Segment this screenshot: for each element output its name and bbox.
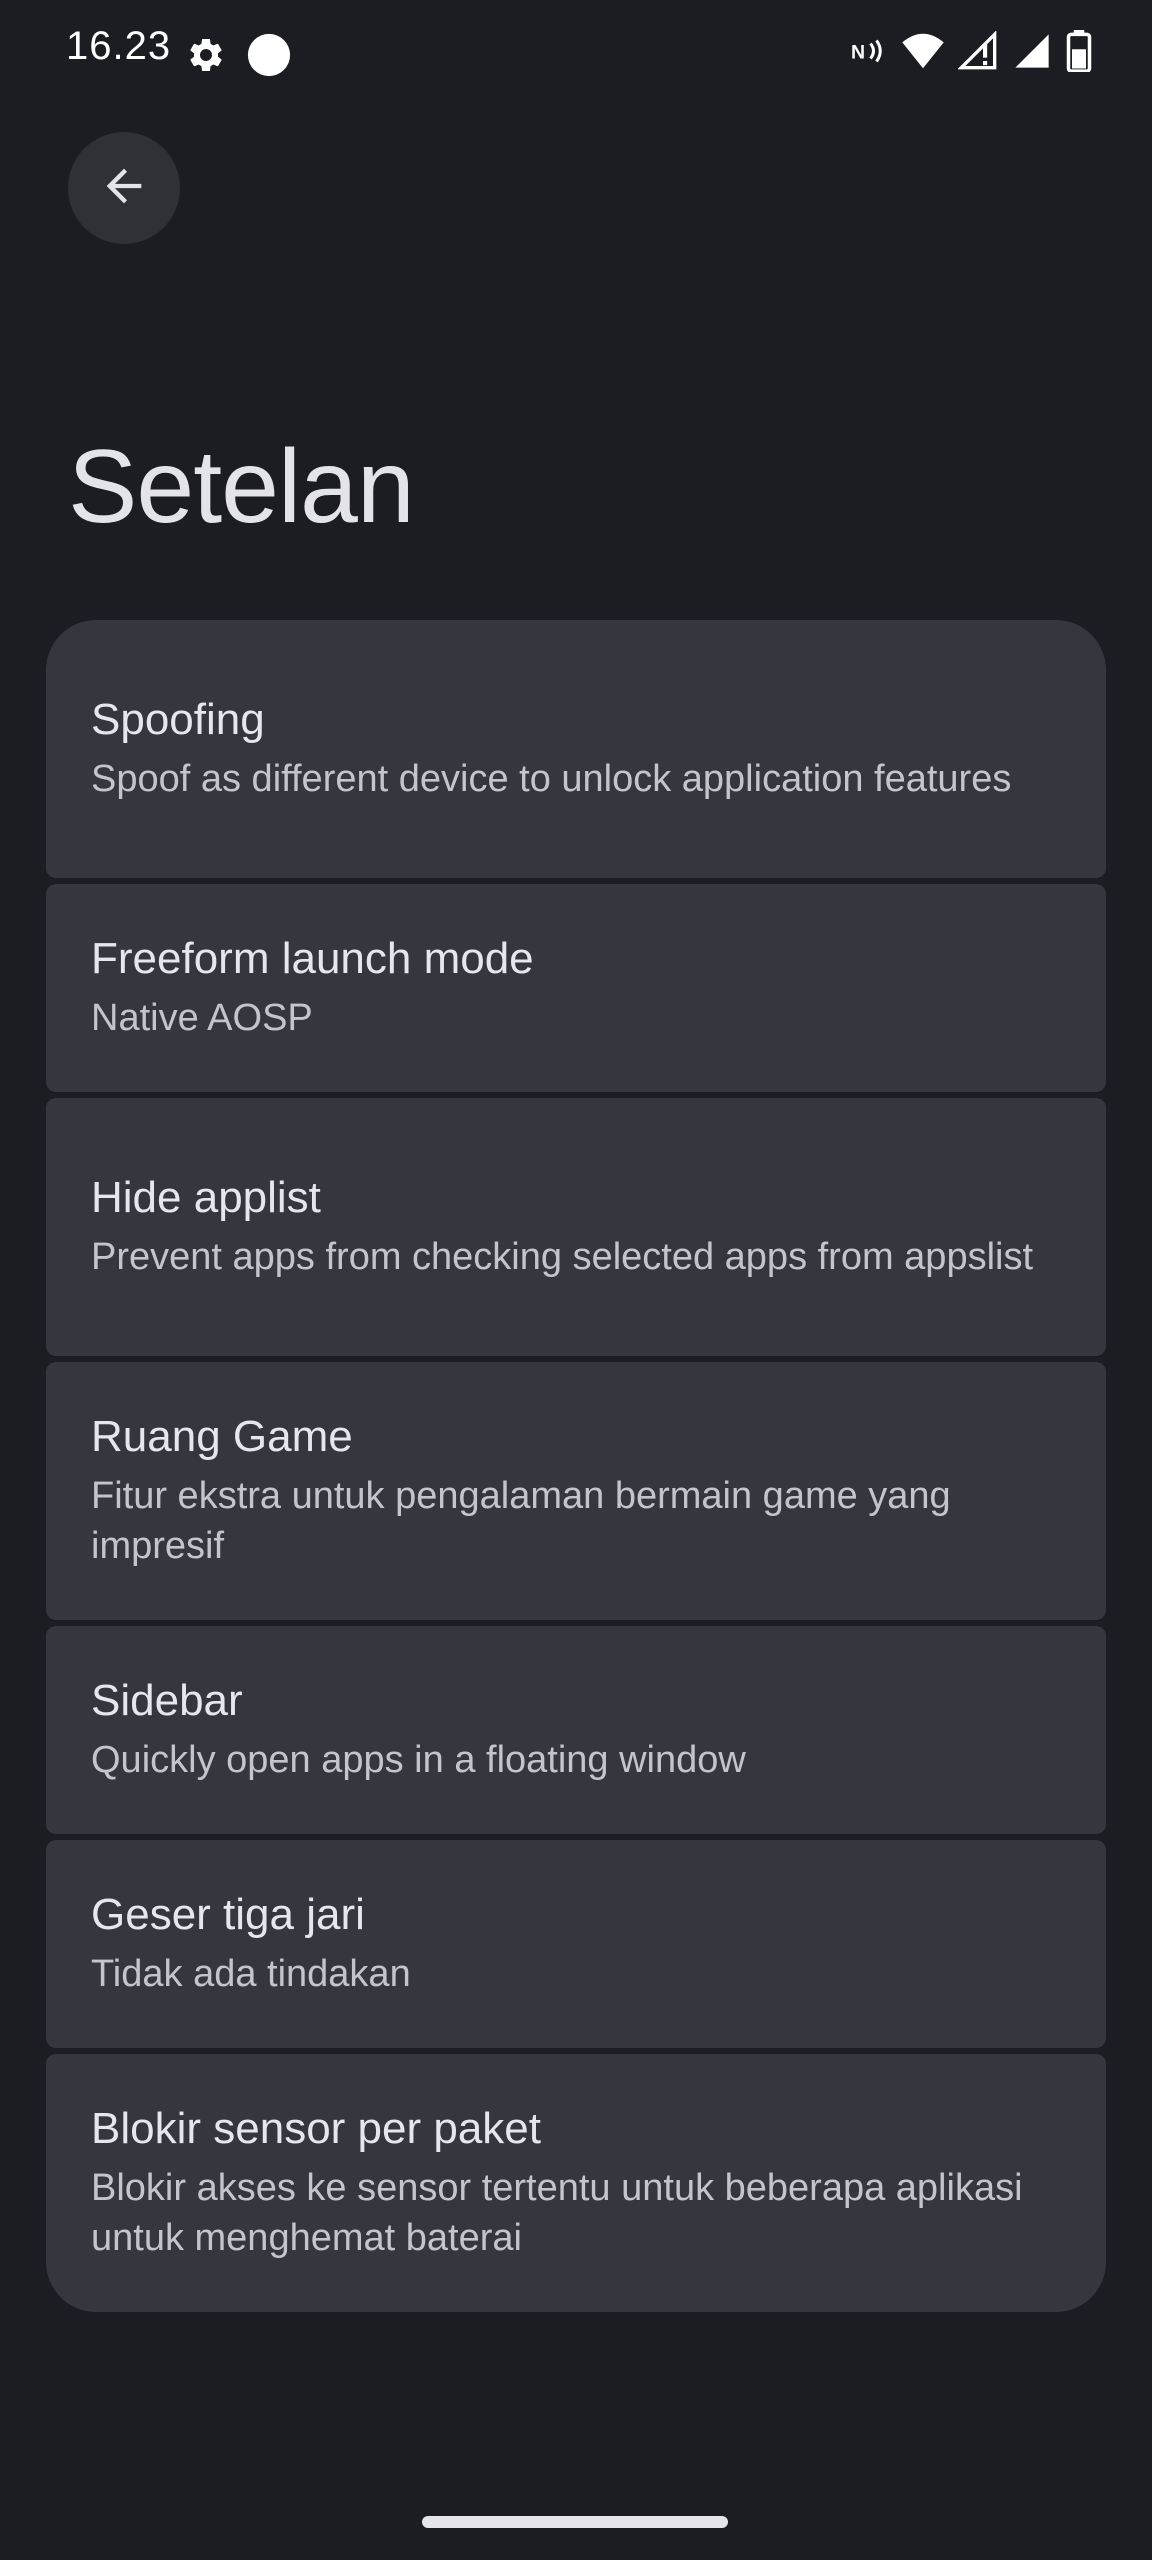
setting-title: Freeform launch mode [91, 934, 534, 983]
setting-subtitle: Native AOSP [91, 997, 313, 1039]
setting-freeform-launch-mode[interactable]: Freeform launch mode Native AOSP [46, 884, 1106, 1092]
setting-title: Ruang Game [91, 1412, 353, 1461]
setting-subtitle: Spoof as different device to unlock appl… [91, 758, 1012, 800]
gesture-nav-handle[interactable] [422, 2516, 728, 2528]
setting-blokir-sensor[interactable]: Blokir sensor per paket Blokir akses ke … [46, 2054, 1106, 2312]
gear-icon [186, 35, 226, 75]
status-right-icons: N [850, 30, 1092, 72]
circle-icon [246, 32, 292, 78]
setting-title: Hide applist [91, 1173, 321, 1222]
signal-icon [1012, 31, 1052, 71]
setting-subtitle: Prevent apps from checking selected apps… [91, 1236, 1034, 1278]
setting-title: Sidebar [91, 1676, 243, 1725]
battery-icon [1066, 30, 1092, 72]
setting-subtitle: Quickly open apps in a floating window [91, 1739, 746, 1781]
nfc-icon: N [850, 33, 888, 69]
svg-text:N: N [851, 42, 865, 64]
status-bar: 16.23 N [0, 0, 1152, 110]
setting-spoofing[interactable]: Spoofing Spoof as different device to un… [46, 620, 1106, 878]
setting-title: Blokir sensor per paket [91, 2104, 541, 2153]
setting-hide-applist[interactable]: Hide applist Prevent apps from checking … [46, 1098, 1106, 1356]
arrow-left-icon [98, 160, 150, 217]
wifi-icon [902, 32, 944, 70]
setting-subtitle: Blokir akses ke sensor tertentu untuk be… [91, 2167, 1023, 2259]
setting-subtitle: Fitur ekstra untuk pengalaman bermain ga… [91, 1475, 951, 1567]
setting-ruang-game[interactable]: Ruang Game Fitur ekstra untuk pengalaman… [46, 1362, 1106, 1620]
status-time: 16.23 [66, 24, 172, 68]
status-left-icons [186, 32, 292, 78]
signal-icon [958, 31, 998, 71]
setting-sidebar[interactable]: Sidebar Quickly open apps in a floating … [46, 1626, 1106, 1834]
settings-list: Spoofing Spoof as different device to un… [46, 620, 1106, 2312]
back-button[interactable] [68, 132, 180, 244]
setting-geser-tiga-jari[interactable]: Geser tiga jari Tidak ada tindakan [46, 1840, 1106, 2048]
setting-title: Spoofing [91, 695, 265, 744]
setting-subtitle: Tidak ada tindakan [91, 1953, 411, 1995]
page-title: Setelan [68, 429, 415, 545]
setting-title: Geser tiga jari [91, 1890, 365, 1939]
